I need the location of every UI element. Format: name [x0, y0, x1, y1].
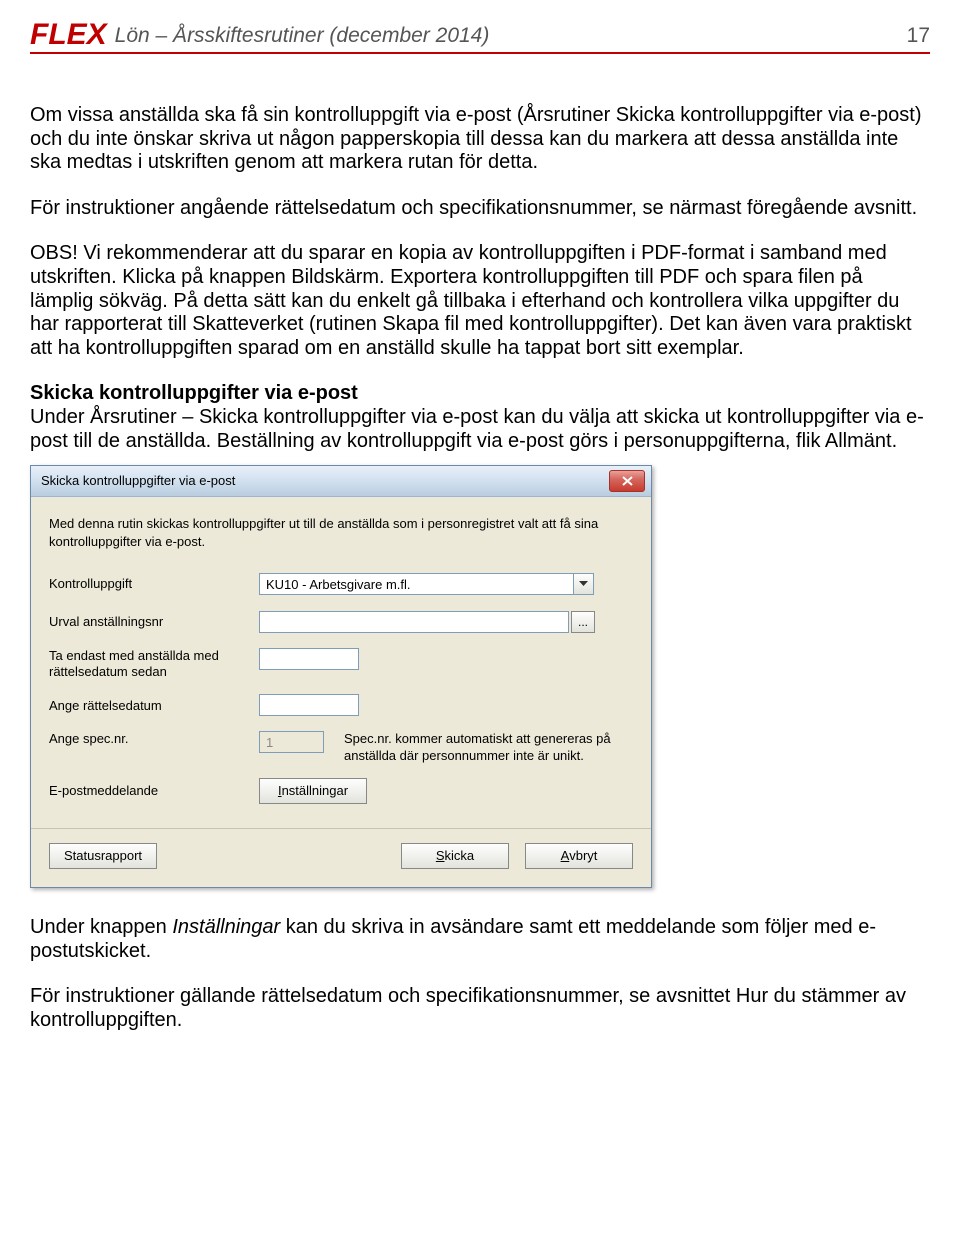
label-ta-endast: Ta endast med anställda med rättelsedatu…: [49, 648, 259, 679]
ange-spec-input: [259, 731, 324, 753]
kontrolluppgift-dropdown-button[interactable]: [574, 573, 594, 595]
urval-input[interactable]: [259, 611, 569, 633]
paragraph-4: Under Årsrutiner – Skicka kontrolluppgif…: [30, 406, 924, 452]
chevron-down-icon: [579, 581, 588, 587]
paragraph-3: OBS! Vi rekommenderar att du sparar en k…: [30, 242, 930, 360]
dialog-titlebar: Skicka kontrolluppgifter via e-post: [31, 466, 651, 497]
dialog-intro-text: Med denna rutin skickas kontrolluppgifte…: [49, 515, 633, 550]
page-number: 17: [907, 24, 930, 50]
page-header: FLEX Lön – Årsskiftesrutiner (december 2…: [30, 20, 930, 54]
ta-endast-input[interactable]: [259, 648, 359, 670]
paragraph-1: Om vissa anställda ska få sin kontrollup…: [30, 104, 930, 175]
section-heading: Skicka kontrolluppgifter via e-post: [30, 382, 358, 404]
avbryt-button[interactable]: Avbryt: [525, 843, 633, 869]
close-icon: [622, 476, 633, 486]
flex-logo: FLEX: [30, 20, 107, 50]
skicka-button[interactable]: Skicka: [401, 843, 509, 869]
label-epost: E-postmeddelande: [49, 783, 259, 799]
kontrolluppgift-input[interactable]: [259, 573, 574, 595]
header-title: Lön – Årsskiftesrutiner (december 2014): [115, 24, 490, 50]
paragraph-2: För instruktioner angående rättelsedatum…: [30, 197, 930, 221]
urval-browse-button[interactable]: ...: [571, 611, 595, 633]
statusrapport-button[interactable]: Statusrapport: [49, 843, 157, 869]
label-urval: Urval anställningsnr: [49, 614, 259, 630]
installningar-button[interactable]: Inställningar: [259, 778, 367, 804]
close-button[interactable]: [609, 470, 645, 492]
paragraph-6: För instruktioner gällande rättelsedatum…: [30, 985, 930, 1032]
ange-rattelse-input[interactable]: [259, 694, 359, 716]
paragraph-5: Under knappen Inställningar kan du skriv…: [30, 916, 930, 963]
kontrolluppgift-combo[interactable]: [259, 573, 594, 595]
label-ange-rattelse: Ange rättelsedatum: [49, 698, 259, 714]
spec-note-text: Spec.nr. kommer automatiskt att generera…: [344, 731, 633, 764]
label-ange-spec: Ange spec.nr.: [49, 731, 259, 747]
label-kontrolluppgift: Kontrolluppgift: [49, 576, 259, 592]
dialog-window: Skicka kontrolluppgifter via e-post Med …: [30, 465, 652, 888]
dialog-title: Skicka kontrolluppgifter via e-post: [41, 473, 235, 488]
